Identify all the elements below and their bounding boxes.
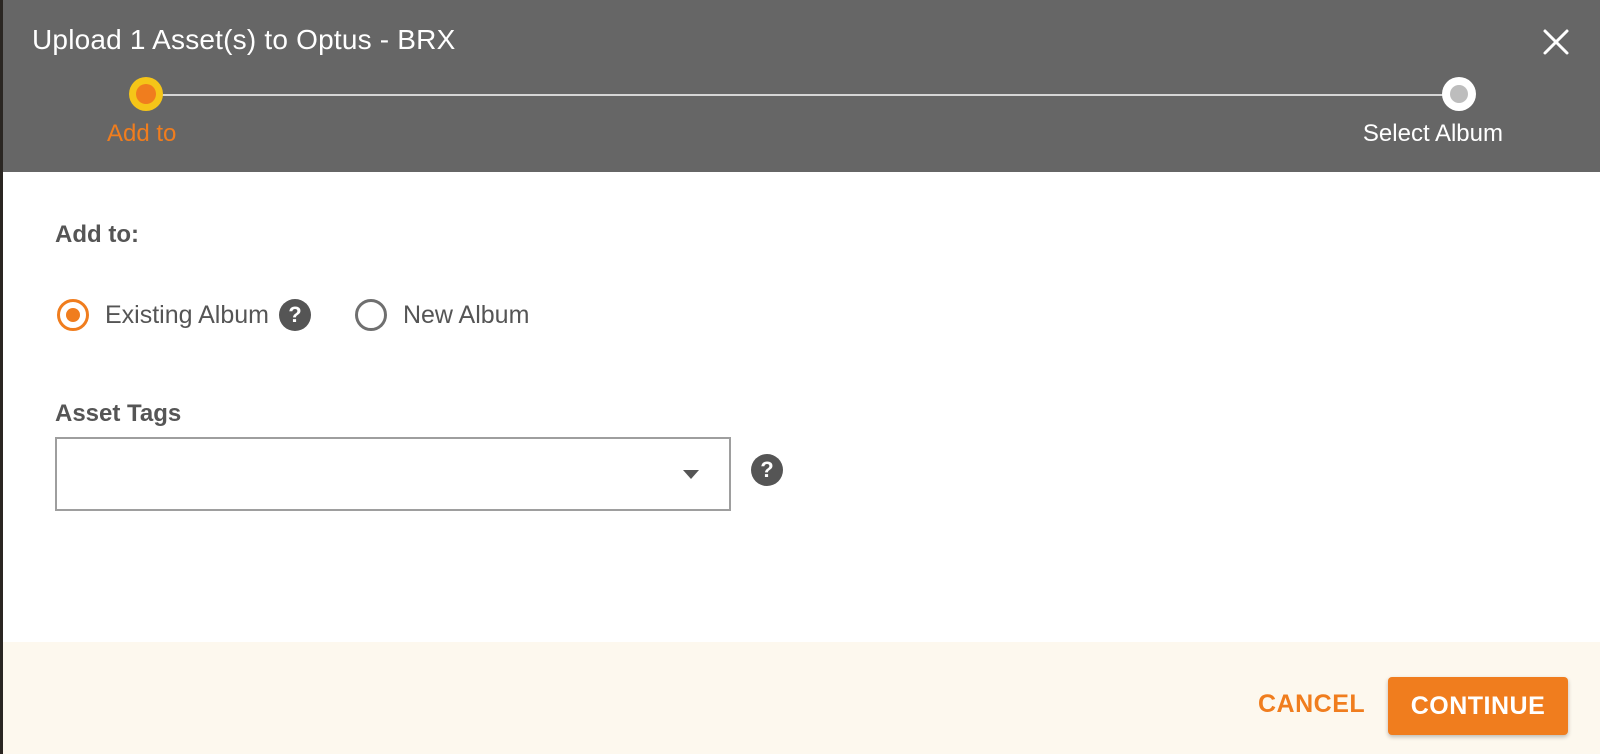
- new-album-radio[interactable]: [354, 299, 387, 331]
- step-label-add-to: Add to: [107, 120, 177, 147]
- add-to-label: Add to:: [55, 221, 139, 248]
- asset-tags-select[interactable]: [55, 437, 731, 511]
- add-to-radio-group: Existing Album ? New Album: [57, 299, 573, 331]
- upload-dialog: Upload 1 Asset(s) to Optus - BRX Add to …: [3, 0, 1600, 754]
- cancel-button[interactable]: CANCEL: [1258, 690, 1365, 719]
- dialog-header: Upload 1 Asset(s) to Optus - BRX Add to …: [3, 0, 1600, 172]
- existing-album-radio[interactable]: [57, 299, 89, 331]
- step-indicator-select-album[interactable]: [1442, 77, 1476, 111]
- question-mark-icon[interactable]: ?: [278, 299, 311, 331]
- step-indicator-add-to[interactable]: [129, 77, 163, 111]
- asset-tags-label: Asset Tags: [55, 400, 182, 427]
- existing-album-label: Existing Album: [105, 300, 269, 329]
- new-album-option[interactable]: New Album: [354, 299, 530, 331]
- step-label-select-album: Select Album: [1362, 120, 1503, 147]
- question-mark-icon[interactable]: ?: [751, 454, 783, 486]
- continue-button[interactable]: CONTINUE: [1388, 677, 1568, 735]
- new-album-label: New Album: [402, 300, 530, 329]
- caret-down-icon[interactable]: [683, 470, 699, 479]
- existing-album-option[interactable]: Existing Album ?: [57, 299, 311, 331]
- close-icon[interactable]: [1540, 26, 1572, 58]
- dialog-footer: CANCEL CONTINUE: [3, 642, 1600, 754]
- stepper-line: [146, 94, 1459, 96]
- dialog-title: Upload 1 Asset(s) to Optus - BRX: [32, 24, 456, 55]
